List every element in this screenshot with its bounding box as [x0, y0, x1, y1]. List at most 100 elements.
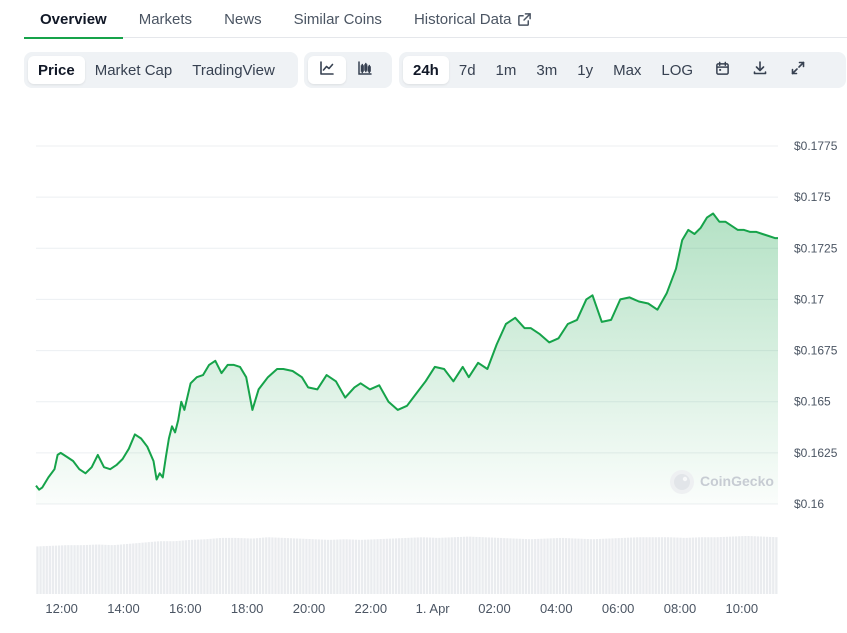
volume-bar — [129, 543, 132, 594]
volume-bar — [326, 539, 330, 594]
volume-bar — [172, 541, 175, 594]
volume-bar — [104, 544, 107, 594]
volume-bar — [632, 537, 636, 594]
volume-bar — [462, 536, 466, 594]
volume-bar — [679, 537, 682, 594]
volume-bar — [39, 546, 42, 594]
volume-bar — [500, 537, 503, 594]
volume-bar — [725, 536, 729, 594]
volume-bar — [401, 538, 404, 594]
volume-bar — [206, 539, 209, 594]
volume-bar — [428, 537, 432, 594]
volume-bar — [691, 537, 695, 594]
volume-bar — [530, 539, 534, 594]
volume-bar — [159, 541, 163, 594]
volume-bar — [623, 537, 627, 594]
volume-bar — [611, 538, 614, 594]
volume-bar — [487, 537, 490, 594]
volume-bar — [82, 545, 85, 594]
volume-bar — [296, 538, 299, 594]
volume-bar — [419, 537, 422, 594]
volume-bar — [357, 539, 361, 594]
volume-bar — [735, 536, 738, 594]
volume-bar — [518, 538, 521, 594]
volume-bar — [299, 538, 302, 594]
volume-bar — [626, 537, 630, 594]
volume-bar — [88, 544, 92, 594]
volume-bar — [614, 538, 617, 594]
volume-bar — [246, 538, 249, 594]
volume-bar — [605, 538, 608, 594]
volume-bars — [36, 535, 778, 594]
volume-bar — [459, 536, 463, 594]
volume-bar — [515, 538, 518, 594]
volume-bar — [342, 539, 345, 594]
y-tick-label: $0.1775 — [794, 139, 838, 153]
volume-bar — [521, 538, 524, 594]
volume-bar — [373, 539, 376, 594]
volume-bar — [512, 538, 515, 594]
y-tick-label: $0.17 — [794, 292, 824, 306]
volume-bar — [98, 544, 101, 594]
volume-bar — [750, 536, 753, 594]
volume-bar — [555, 538, 558, 594]
volume-bar — [759, 536, 763, 594]
volume-bar — [438, 537, 441, 594]
volume-bar — [286, 538, 290, 594]
volume-bar — [595, 539, 599, 594]
volume-bar — [261, 537, 265, 594]
volume-bar — [716, 537, 719, 594]
volume-bar — [323, 539, 327, 594]
x-tick-label: 04:00 — [540, 601, 573, 616]
volume-bar — [416, 537, 419, 594]
volume-bar — [466, 536, 469, 594]
volume-bar — [45, 546, 48, 594]
volume-bar — [91, 544, 95, 594]
x-tick-label: 10:00 — [726, 601, 759, 616]
volume-bar — [756, 536, 759, 594]
volume-bar — [240, 538, 243, 594]
volume-bar — [200, 539, 203, 594]
y-tick-label: $0.165 — [794, 395, 831, 409]
volume-bar — [54, 545, 58, 594]
volume-bar — [713, 537, 716, 594]
volume-bar — [432, 537, 435, 594]
volume-bar — [144, 542, 147, 594]
x-tick-label: 16:00 — [169, 601, 202, 616]
volume-bar — [537, 538, 540, 594]
volume-bar — [697, 537, 701, 594]
volume-bar — [629, 537, 633, 594]
price-chart[interactable]: $0.16 $0.1625 $0.165 $0.1675 $0.17 $0.1725 $0.… — [0, 0, 847, 633]
volume-bar — [190, 539, 194, 594]
volume-bar — [385, 538, 388, 594]
volume-bar — [534, 539, 537, 594]
volume-bar — [147, 542, 150, 594]
volume-bar — [589, 539, 592, 594]
volume-bar — [351, 539, 354, 594]
volume-bar — [360, 539, 364, 594]
volume-bar — [110, 545, 113, 594]
volume-bar — [376, 539, 379, 594]
volume-bar — [187, 540, 191, 594]
volume-bar — [255, 538, 259, 594]
y-tick-label: $0.16 — [794, 497, 824, 511]
volume-bar — [258, 537, 262, 594]
volume-bar — [728, 536, 732, 594]
volume-bar — [234, 537, 237, 594]
volume-bar — [469, 536, 472, 594]
volume-bar — [153, 541, 157, 594]
volume-bar — [184, 540, 187, 594]
volume-bar — [561, 537, 565, 594]
volume-bar — [382, 538, 385, 594]
volume-bar — [218, 538, 221, 594]
watermark-text: CoinGecko — [700, 473, 774, 489]
volume-bar — [484, 537, 487, 594]
volume-bar — [197, 539, 200, 594]
volume-bar — [336, 539, 339, 594]
volume-bar — [231, 537, 234, 594]
x-tick-label: 1. Apr — [416, 601, 451, 616]
volume-bar — [503, 538, 506, 594]
volume-bar — [132, 543, 135, 594]
volume-bar — [193, 539, 197, 594]
volume-bar — [212, 538, 215, 594]
